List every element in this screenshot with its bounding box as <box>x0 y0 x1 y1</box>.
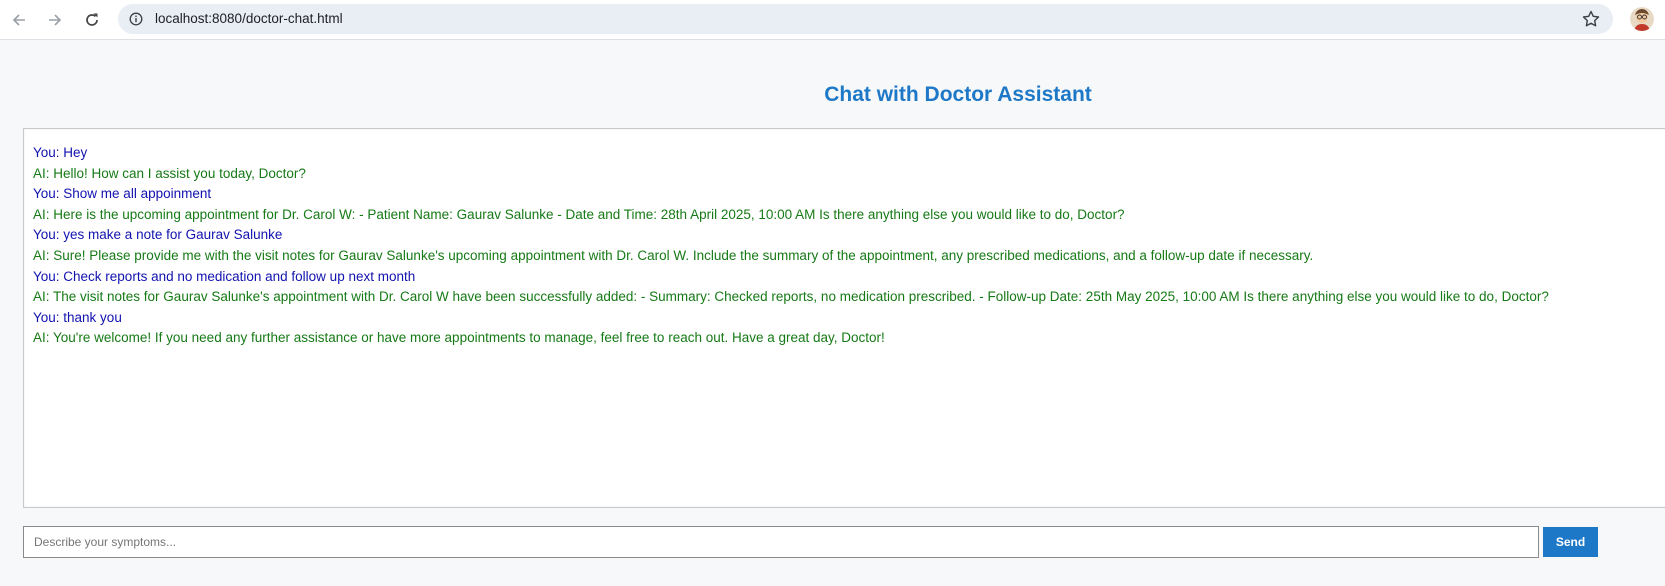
message-composer: Send <box>23 526 1603 558</box>
profile-avatar[interactable] <box>1630 7 1654 31</box>
url-text[interactable]: localhost:8080/doctor-chat.html <box>155 11 343 26</box>
user-message: You: Check reports and no medication and… <box>33 268 416 284</box>
ai-message: AI: Here is the upcoming appointment for… <box>33 206 1125 222</box>
ai-message: AI: You're welcome! If you need any furt… <box>33 330 885 346</box>
back-arrow-icon[interactable] <box>5 6 33 34</box>
symptoms-input[interactable] <box>23 526 1539 558</box>
user-message: You: Hey <box>33 145 88 160</box>
browser-toolbar: localhost:8080/doctor-chat.html <box>0 0 1665 40</box>
send-button[interactable]: Send <box>1543 527 1598 557</box>
reload-icon[interactable] <box>78 6 106 34</box>
star-icon[interactable] <box>1581 9 1601 29</box>
forward-arrow-icon[interactable] <box>41 6 69 34</box>
chat-log[interactable]: You: Hey AI: Hello! How can I assist you … <box>23 128 1665 508</box>
page-title: Chat with Doctor Assistant <box>824 83 1092 106</box>
user-message: You: Show me all appoinment <box>33 186 212 202</box>
ai-message: AI: Hello! How can I assist you today, D… <box>33 165 306 181</box>
info-icon[interactable] <box>129 12 143 26</box>
ai-message: AI: Sure! Please provide me with the vis… <box>33 247 1314 263</box>
page-body: Chat with Doctor Assistant You: Hey AI: H… <box>0 40 1665 586</box>
user-message: You: yes make a note for Gaurav Salunke <box>33 227 283 243</box>
address-bar[interactable]: localhost:8080/doctor-chat.html <box>118 4 1613 34</box>
ai-message: AI: The visit notes for Gaurav Salunke's… <box>33 289 1549 305</box>
user-message: You: thank you <box>33 309 122 325</box>
